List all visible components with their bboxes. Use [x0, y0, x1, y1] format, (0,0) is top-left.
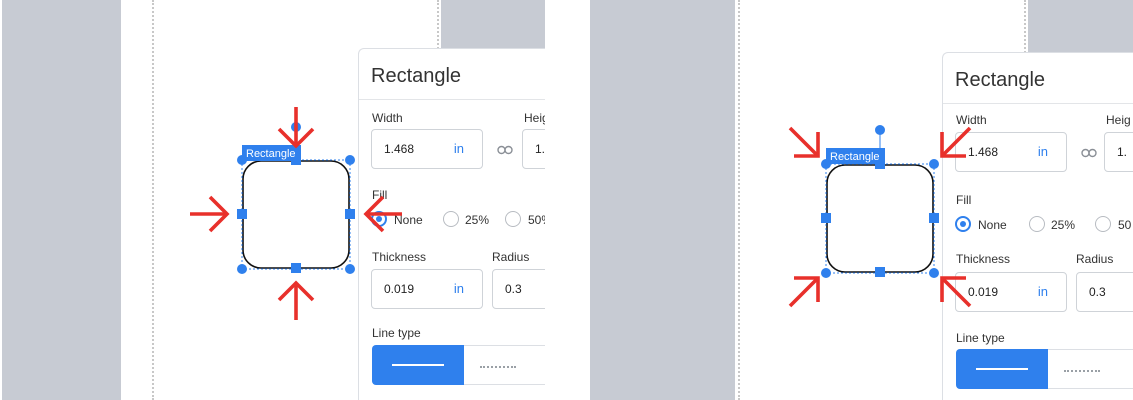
- edge-handle-left[interactable]: [237, 209, 247, 219]
- arrow-icon: [277, 107, 315, 149]
- corner-handle-bottom-right[interactable]: [929, 268, 939, 278]
- rectangle-shape[interactable]: [241, 159, 351, 270]
- arrow-icon: [788, 276, 820, 308]
- corner-handle-top-right[interactable]: [345, 155, 355, 165]
- shape-selection-overlay: Rectangle: [788, 125, 972, 308]
- arrow-icon: [788, 126, 820, 158]
- right-screenshot-panel: Rectangle Width Heig 1.468 in 1. Fill No…: [590, 0, 1133, 400]
- corner-handle-bottom-right[interactable]: [345, 264, 355, 274]
- edge-handle-right[interactable]: [345, 209, 355, 219]
- edge-handle-left[interactable]: [821, 213, 831, 223]
- rectangle-shape[interactable]: [825, 163, 935, 274]
- corner-handle-bottom-left[interactable]: [821, 268, 831, 278]
- left-screenshot-panel: Rectangle Width Heig 1.468 in 1. Fill No…: [0, 0, 545, 400]
- shape-selection-overlay: Rectangle: [190, 107, 402, 320]
- arrow-icon: [940, 126, 972, 158]
- arrow-icon: [940, 276, 972, 308]
- arrow-icon: [277, 280, 315, 320]
- rotate-handle[interactable]: [875, 125, 885, 135]
- arrow-icon: [363, 195, 402, 233]
- edge-handle-right[interactable]: [929, 213, 939, 223]
- edge-handle-bottom[interactable]: [875, 267, 885, 277]
- corner-handle-bottom-left[interactable]: [237, 264, 247, 274]
- corner-handle-top-right[interactable]: [929, 159, 939, 169]
- shape-label-text: Rectangle: [246, 148, 296, 160]
- edge-handle-bottom[interactable]: [291, 263, 301, 273]
- arrow-icon: [190, 195, 230, 233]
- shape-label-text: Rectangle: [830, 151, 880, 163]
